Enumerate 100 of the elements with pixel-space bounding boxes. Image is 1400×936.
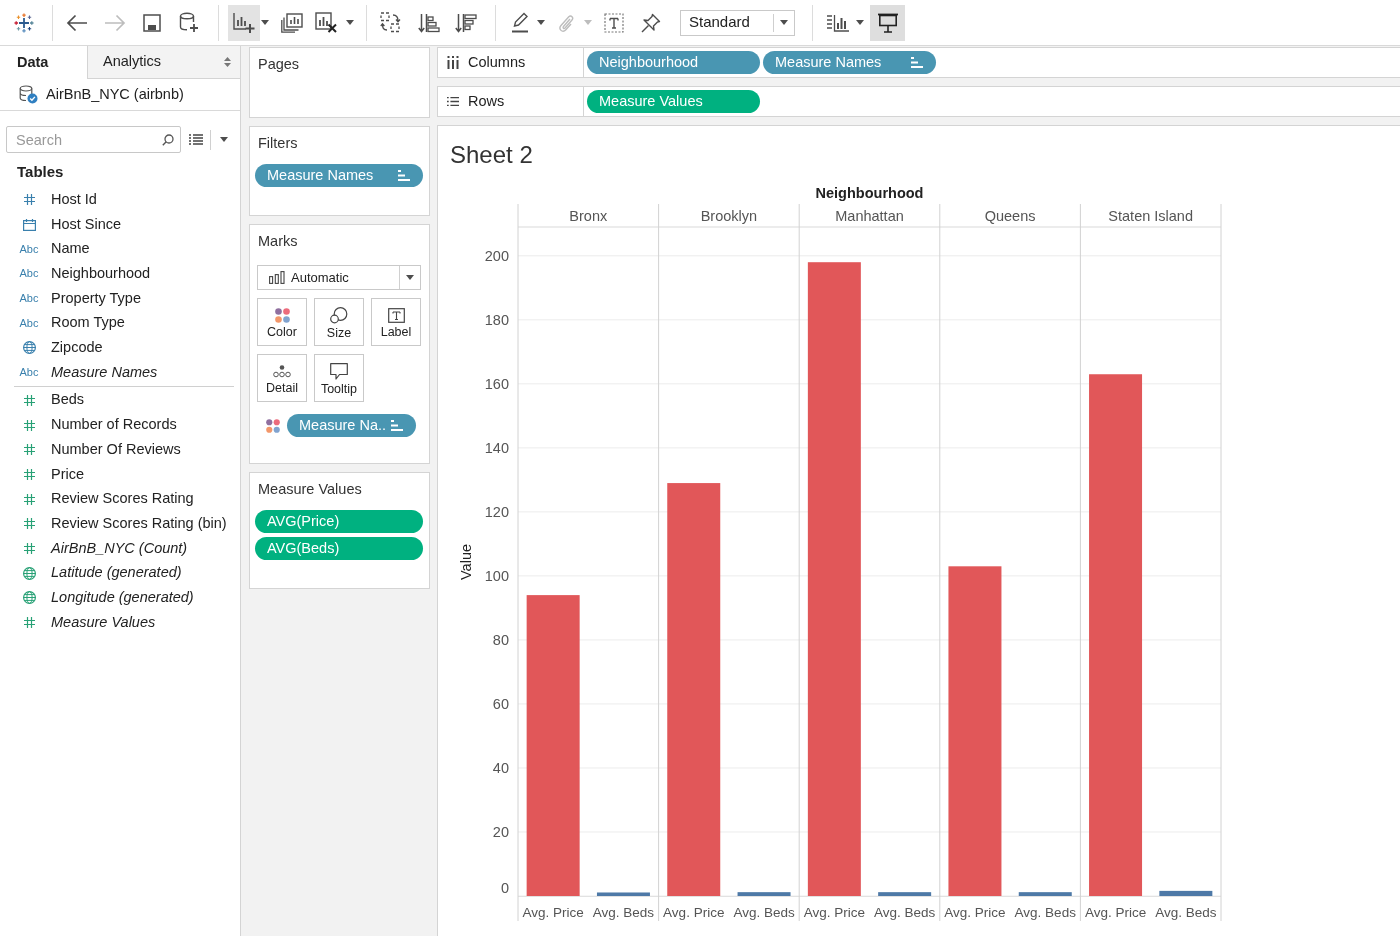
tick-label: 80 [492, 631, 509, 648]
hash-icon [23, 419, 35, 431]
pen-icon[interactable] [511, 12, 529, 33]
type-label: Abc [19, 366, 39, 380]
tick-label: 100 [484, 567, 509, 584]
presentation-icon[interactable] [876, 12, 899, 33]
field-item[interactable]: Number of Records [0, 412, 240, 438]
sort-icon[interactable] [398, 170, 410, 181]
text-box-icon[interactable] [604, 12, 624, 33]
category-label: Avg. Price [1084, 904, 1147, 920]
search-field[interactable]: Search [6, 126, 181, 153]
pane-header: Staten Island [1108, 208, 1194, 224]
database-plus-icon[interactable] [179, 12, 199, 33]
field-item[interactable]: Review Scores Rating [0, 486, 240, 512]
category-label: Avg. Beds [874, 904, 936, 920]
field-item[interactable]: Price [0, 462, 240, 487]
bar [737, 892, 791, 896]
columns-icon [447, 56, 459, 69]
tick-label: 0 [500, 880, 509, 896]
tick-label: 140 [484, 439, 509, 456]
circles-icon [330, 307, 348, 324]
pane-tab[interactable]: Analytics [87, 46, 240, 79]
data-source-name[interactable]: AirBnB_NYC (airbnb) [46, 83, 184, 106]
hash-icon [23, 617, 35, 629]
bar-chart-x-icon[interactable] [315, 12, 337, 33]
sort-ascending-icon[interactable] [418, 12, 440, 33]
field-item[interactable]: Host Since [0, 212, 240, 237]
field-item[interactable]: Abc Property Type [0, 286, 240, 311]
caret-down-icon[interactable] [346, 20, 354, 25]
type-label: Abc [19, 292, 39, 306]
globe-icon [22, 566, 36, 580]
category-label: Avg. Price [522, 904, 584, 920]
list-bar-chart-icon[interactable] [826, 13, 850, 32]
marks-button[interactable]: Size [314, 298, 364, 346]
field-item[interactable]: Latitude (generated) [0, 560, 240, 586]
category-label: Avg. Price [944, 904, 1006, 920]
field-item[interactable]: AirBnB_NYC (Count) [0, 536, 240, 561]
arrow-left-icon[interactable] [66, 13, 88, 32]
marks-button[interactable]: Color [257, 298, 307, 346]
color-dots-icon [274, 307, 290, 323]
field-item[interactable]: Host Id [0, 187, 240, 213]
hash-icon [23, 468, 35, 480]
bar [878, 892, 932, 896]
field-item[interactable]: Review Scores Rating (bin) [0, 511, 240, 537]
caret-down-icon[interactable] [856, 20, 864, 25]
card-title: Marks [257, 232, 299, 251]
pin-icon[interactable] [641, 12, 661, 33]
tick-label: 120 [484, 503, 509, 520]
view-size-dropdown[interactable]: Standard [680, 9, 795, 36]
bar-chart-plus-icon[interactable] [233, 12, 255, 33]
field-item[interactable]: Measure Values [0, 610, 240, 635]
bar [1159, 890, 1213, 896]
marks-button[interactable]: Detail [257, 354, 307, 402]
up-down-caret-icon[interactable] [224, 57, 231, 67]
type-label: Abc [19, 242, 39, 256]
pane-header: Queens [984, 208, 1036, 224]
sort-icon[interactable] [391, 420, 403, 431]
search-icon[interactable] [162, 133, 174, 146]
swap-icon[interactable] [379, 12, 401, 33]
field-item[interactable]: Number Of Reviews [0, 437, 240, 463]
marks-button[interactable]: Tooltip [314, 354, 364, 402]
field-item[interactable]: Longitude (generated) [0, 585, 240, 611]
hash-icon [23, 194, 35, 206]
field-item[interactable]: Beds [0, 388, 240, 413]
tick-label: 180 [484, 311, 509, 328]
duplicate-chart-icon[interactable] [281, 12, 303, 33]
list-view-icon[interactable] [189, 134, 203, 145]
text-box-icon [387, 307, 405, 323]
caret-down-icon[interactable] [261, 20, 269, 25]
caret-down-icon[interactable] [406, 275, 414, 280]
category-label: Avg. Price [803, 904, 865, 920]
field-item[interactable]: Abc Measure Names [0, 360, 240, 385]
bar [596, 892, 650, 896]
tick-label: 40 [492, 759, 509, 776]
mark-type-dropdown[interactable]: Automatic [257, 265, 421, 290]
sort-icon[interactable] [911, 57, 923, 68]
field-item[interactable]: Abc Neighbourhood [0, 261, 240, 287]
shelf-label: Columns [468, 52, 526, 72]
field-item[interactable]: Zipcode [0, 335, 240, 361]
pane-header: Brooklyn [700, 208, 758, 224]
dots-icon [273, 364, 291, 378]
hash-icon [23, 493, 35, 505]
field-item[interactable]: Abc Room Type [0, 310, 240, 336]
marks-button[interactable]: Label [371, 298, 421, 346]
new-worksheet-button[interactable] [228, 4, 260, 41]
caret-down-icon[interactable] [780, 20, 788, 25]
bar [1018, 892, 1072, 896]
logo-icon[interactable] [14, 12, 34, 33]
speech-bubble-icon [330, 363, 348, 380]
tick-label: 200 [484, 247, 509, 264]
save-icon[interactable] [143, 13, 161, 32]
caret-down-icon[interactable] [220, 137, 228, 142]
field-item[interactable]: Abc Name [0, 236, 240, 262]
tick-label: 20 [492, 824, 509, 840]
presentation-mode-button[interactable] [870, 4, 905, 41]
sort-descending-icon[interactable] [455, 12, 477, 33]
type-label: Abc [19, 316, 39, 330]
tick-label: 160 [484, 375, 509, 392]
caret-down-icon[interactable] [537, 20, 545, 25]
card-title: Pages [257, 55, 301, 74]
